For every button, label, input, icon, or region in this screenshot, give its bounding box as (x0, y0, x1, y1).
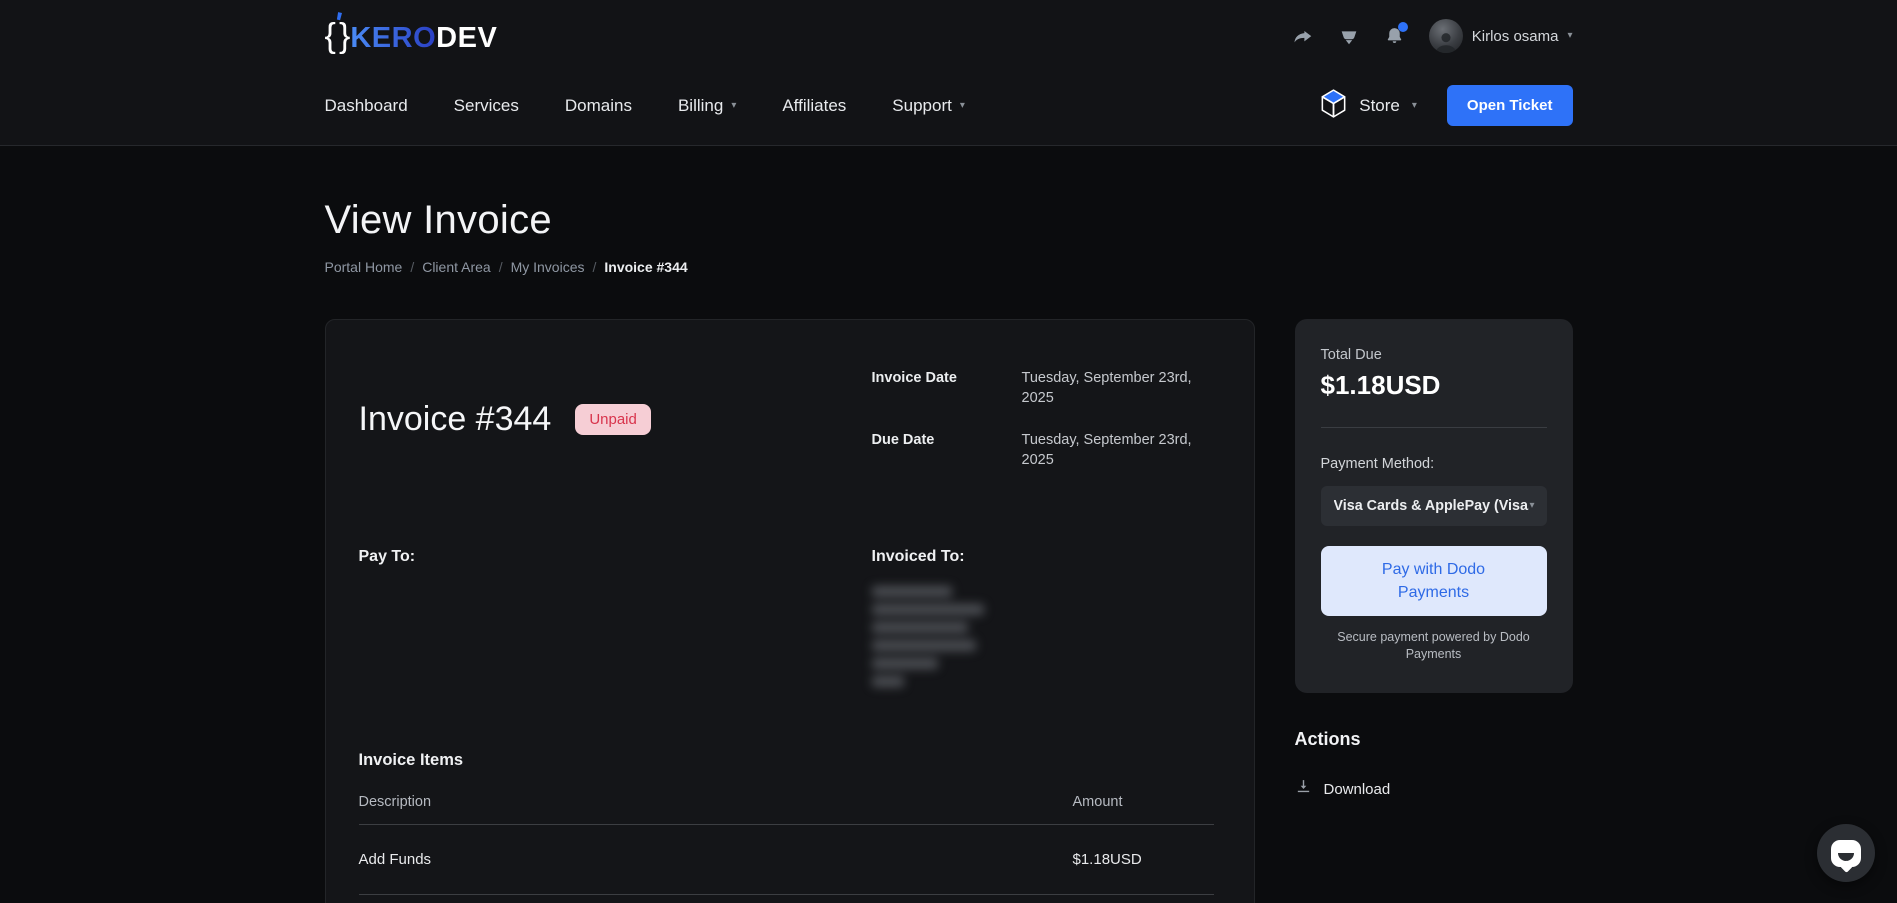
page-content: View Invoice Portal Home / Client Area /… (325, 198, 1573, 903)
invoice-date-value: Tuesday, September 23rd, 2025 (1022, 368, 1214, 408)
invoiced-to-redacted-address (872, 586, 1214, 687)
pay-to-block: Pay To: (359, 548, 872, 687)
store-label: Store (1359, 96, 1400, 116)
chevron-down-icon: ▾ (1567, 31, 1572, 41)
payment-method-label: Payment Method: (1321, 456, 1547, 472)
invoice-date-label: Invoice Date (872, 368, 1022, 408)
secure-payment-note: Secure payment powered by Dodo Payments (1321, 629, 1547, 663)
breadcrumb-portal-home[interactable]: Portal Home (325, 259, 403, 275)
download-label: Download (1324, 781, 1391, 798)
breadcrumb-current: Invoice #344 (604, 259, 687, 275)
nav-item-affiliates[interactable]: Affiliates (782, 96, 846, 116)
status-badge: Unpaid (575, 404, 651, 435)
due-date-label: Due Date (872, 430, 1022, 470)
actions-title: Actions (1295, 729, 1573, 750)
chevron-down-icon: ▾ (1529, 501, 1534, 511)
invoice-items-table: Description Amount Add Funds $1.18USD Su… (359, 794, 1214, 903)
avatar (1429, 19, 1463, 53)
payment-method-select[interactable]: Visa Cards & ApplePay (Visa, ▾ (1321, 486, 1547, 526)
invoiced-to-block: Invoiced To: (872, 548, 1214, 687)
pay-button[interactable]: Pay with Dodo Payments (1321, 546, 1547, 616)
site-header: {'}KERODEV Kirlos osama (0, 0, 1897, 146)
nav-item-domains[interactable]: Domains (565, 96, 632, 116)
breadcrumb: Portal Home / Client Area / My Invoices … (325, 259, 1573, 275)
subtotal-row: Sub Total $1.18USD (359, 895, 1214, 903)
notification-dot (1398, 22, 1408, 32)
table-header-row: Description Amount (359, 794, 1214, 825)
download-link[interactable]: Download (1295, 778, 1573, 800)
brand-logo[interactable]: {'}KERODEV (325, 19, 498, 53)
due-date-value: Tuesday, September 23rd, 2025 (1022, 430, 1214, 470)
nav-item-support[interactable]: Support▾ (892, 96, 965, 116)
breadcrumb-separator: / (593, 259, 597, 275)
chevron-down-icon: ▾ (960, 101, 965, 111)
payment-method-selected: Visa Cards & ApplePay (Visa, (1334, 498, 1530, 514)
store-menu[interactable]: Store ▾ (1320, 89, 1417, 123)
pay-to-label: Pay To: (359, 548, 872, 566)
invoice-dates: Invoice Date Tuesday, September 23rd, 20… (872, 368, 1214, 470)
payment-panel: Total Due $1.18USD Payment Method: Visa … (1295, 319, 1573, 693)
invoiced-to-label: Invoiced To: (872, 548, 1214, 566)
download-icon (1295, 778, 1312, 800)
breadcrumb-client-area[interactable]: Client Area (422, 259, 490, 275)
table-row: Add Funds $1.18USD (359, 825, 1214, 895)
store-cube-icon (1320, 89, 1347, 123)
item-description: Add Funds (359, 851, 1073, 868)
notifications-bell-icon[interactable] (1383, 24, 1407, 48)
chat-bubble-icon (1831, 840, 1861, 867)
chevron-down-icon: ▾ (731, 101, 736, 111)
open-ticket-button[interactable]: Open Ticket (1447, 85, 1573, 126)
logo-text-secondary: DEV (436, 24, 497, 53)
invoice-card: Invoice #344 Unpaid Invoice Date Tuesday… (325, 319, 1255, 903)
invoice-items-title: Invoice Items (359, 751, 1214, 770)
total-due-value: $1.18USD (1321, 370, 1547, 401)
invoice-title: Invoice #344 (359, 400, 552, 439)
main-nav: Dashboard Services Domains Billing▾ Affi… (325, 96, 965, 116)
breadcrumb-separator: / (410, 259, 414, 275)
chat-widget-button[interactable] (1817, 824, 1875, 882)
logo-text-primary: KERO (350, 24, 436, 53)
column-header-description: Description (359, 794, 1073, 810)
cart-icon[interactable] (1337, 24, 1361, 48)
item-amount: $1.18USD (1073, 851, 1214, 868)
chevron-down-icon: ▾ (1412, 101, 1417, 111)
breadcrumb-my-invoices[interactable]: My Invoices (511, 259, 585, 275)
breadcrumb-separator: / (499, 259, 503, 275)
divider (1321, 427, 1547, 428)
sidebar: Total Due $1.18USD Payment Method: Visa … (1295, 319, 1573, 800)
nav-item-billing[interactable]: Billing▾ (678, 96, 736, 116)
user-menu[interactable]: Kirlos osama ▾ (1429, 19, 1573, 53)
column-header-amount: Amount (1073, 794, 1214, 810)
page-title: View Invoice (325, 198, 1573, 243)
user-name: Kirlos osama (1472, 28, 1559, 45)
total-due-label: Total Due (1321, 347, 1547, 363)
nav-item-dashboard[interactable]: Dashboard (325, 96, 408, 116)
invoice-items-section: Invoice Items Description Amount Add Fun… (359, 751, 1214, 903)
share-icon[interactable] (1291, 24, 1315, 48)
nav-item-services[interactable]: Services (454, 96, 519, 116)
